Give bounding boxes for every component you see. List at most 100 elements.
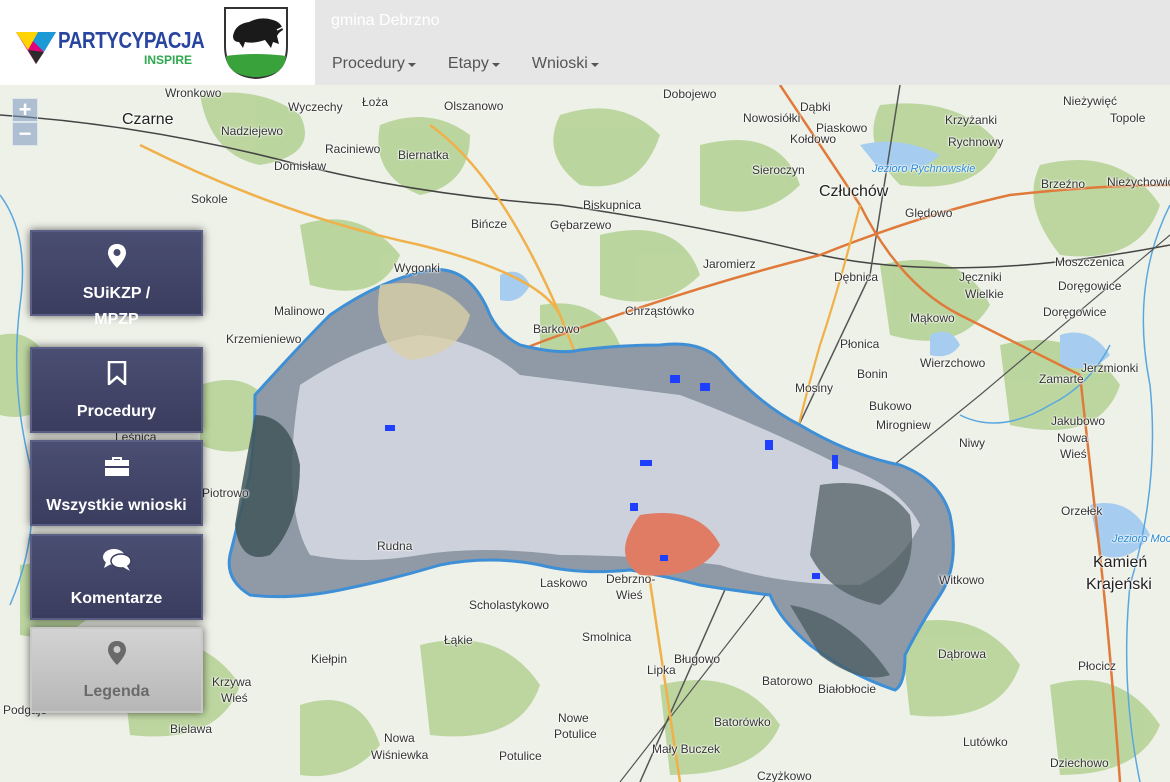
map-label: Witkowo xyxy=(939,573,985,587)
map-label: Brzeźno xyxy=(1041,177,1086,191)
map-label: Doręgowice xyxy=(1043,305,1107,319)
map-label: Wieś xyxy=(1060,447,1087,461)
map-label: Batorówko xyxy=(714,715,771,729)
map-label: Debrzno- xyxy=(606,572,656,586)
caret-down-icon xyxy=(491,63,500,67)
logo-subtext: INSPIRE xyxy=(144,53,193,67)
wszystkie-wnioski-label: Wszystkie wnioski xyxy=(46,497,187,514)
map-label: Płonica xyxy=(840,337,880,351)
map-label: Krzywa xyxy=(212,675,252,689)
komentarze-label: Komentarze xyxy=(70,590,163,607)
map-label: Doręgowice xyxy=(1058,279,1122,293)
map-label: Wieś xyxy=(616,588,643,602)
boar-crest-icon xyxy=(224,7,288,80)
map-label: Wiśniewka xyxy=(371,748,429,762)
map-label: Łąkie xyxy=(444,633,473,647)
map-label: Potulice xyxy=(554,727,597,741)
zoom-control: + − xyxy=(12,98,38,146)
map-label: Ględowo xyxy=(905,206,953,220)
map-label: Czyżkowo xyxy=(757,769,812,782)
map-label: Nieżychowice xyxy=(1107,175,1170,189)
map-label: Jaromierz xyxy=(703,257,756,271)
map-label: Wygonki xyxy=(394,261,440,275)
legenda-label: Legenda xyxy=(83,683,150,700)
map-label: Lutówko xyxy=(963,735,1008,749)
zoom-in-button[interactable]: + xyxy=(12,98,38,122)
map-label: Chrząstówko xyxy=(625,304,695,318)
suikzp-label-line1: SUiKZP / xyxy=(82,285,151,302)
map-label: Sieroczyn xyxy=(752,163,805,177)
map-label: Biernatka xyxy=(398,148,449,162)
procedury-button[interactable]: Procedury xyxy=(30,347,203,433)
map-label: Bielawa xyxy=(170,722,213,736)
wszystkie-wnioski-button[interactable]: Wszystkie wnioski xyxy=(30,440,203,526)
map-label: Olszanowo xyxy=(444,99,504,113)
map-label: Nieżywięć xyxy=(1063,94,1118,108)
map-label: Mąkowo xyxy=(910,311,955,325)
map-label: Kiełpin xyxy=(311,652,348,666)
map-label: Łoża xyxy=(362,95,389,109)
map-label: Raciniewo xyxy=(325,142,381,156)
map-label: Rychnowy xyxy=(948,135,1004,149)
zoom-out-button[interactable]: − xyxy=(12,122,38,146)
map-label: Bonin xyxy=(857,367,888,381)
map-label: Człuchów xyxy=(819,183,889,200)
map-label: Wielkie xyxy=(965,287,1004,301)
map-label: Gębarzewo xyxy=(550,218,612,232)
bookmark-icon xyxy=(107,361,126,385)
map-label: Sokole xyxy=(191,192,228,206)
map-marker-icon xyxy=(107,244,126,268)
nav-etapy-dropdown[interactable]: Etapy xyxy=(432,44,516,84)
logo-text: PARTYCYPACJA xyxy=(58,27,205,53)
map-label: Krajeński xyxy=(1086,576,1152,593)
map-label: Domisław xyxy=(274,159,327,173)
map-label: Bługowo xyxy=(674,652,721,666)
map-label: Jezioro Rychnowskie xyxy=(872,163,976,175)
map-label: Batorowo xyxy=(762,674,813,688)
brand-area: PARTYCYPACJA INSPIRE xyxy=(0,0,315,85)
legenda-button[interactable]: Legenda xyxy=(30,627,203,713)
map-label: Barkowo xyxy=(533,322,580,336)
map-label: Płocicz xyxy=(1078,659,1117,673)
map-label: Moszczenica xyxy=(1055,255,1125,269)
map-label: Wieś xyxy=(221,691,248,705)
map-label: Nowa xyxy=(1057,431,1088,445)
suikzp-mpzp-button[interactable]: SUiKZP / MPZP xyxy=(30,230,203,328)
map-label: Białobłocie xyxy=(818,682,877,696)
nav-label: Wnioski xyxy=(531,55,588,72)
map-label: Wyczechy xyxy=(288,100,343,114)
map-label: Krzemieniewo xyxy=(226,332,302,346)
map-label: Krzyżanki xyxy=(945,113,998,127)
nav-wnioski-dropdown[interactable]: Wnioski xyxy=(516,44,615,84)
map-label: Mirogniew xyxy=(876,418,931,432)
partycypacja-logo-icon xyxy=(16,32,56,64)
gmina-title: gmina Debrzno xyxy=(331,12,440,29)
map-label: Mały Buczek xyxy=(652,742,721,756)
nav-label: Etapy xyxy=(447,55,489,72)
map-label: Piotrowo xyxy=(202,486,249,500)
map-label: Jakubowo xyxy=(1051,414,1106,428)
map-label: Malinowo xyxy=(274,304,325,318)
map-label: Zamarte xyxy=(1039,372,1084,386)
map-label: Rudna xyxy=(377,539,413,553)
top-header: PARTYCYPACJA INSPIRE gmina Debrzno Proce… xyxy=(0,0,1170,85)
map-label: Czarne xyxy=(122,111,174,128)
map-label: Jezioro Mochel xyxy=(1112,533,1170,545)
nav-procedury-dropdown[interactable]: Procedury xyxy=(316,44,432,84)
map-label: Dziechowo xyxy=(1050,756,1109,770)
map-label: Kołdowo xyxy=(790,132,837,146)
map-label: Lipka xyxy=(647,663,676,677)
map-label: Dąbki xyxy=(800,100,831,114)
main-nav: Procedury Etapy Wnioski xyxy=(316,44,615,84)
komentarze-button[interactable]: Komentarze xyxy=(30,534,203,620)
map-label: Jerzmionki xyxy=(1081,361,1139,375)
map-label: Nowosiółki xyxy=(743,111,801,125)
suikzp-label-line2: MPZP xyxy=(94,311,139,328)
map-label: Jęczniki xyxy=(959,270,1002,284)
map-label: Dąbrowa xyxy=(938,647,987,661)
map-label: Kamień xyxy=(1093,554,1148,571)
map-label: Nowe xyxy=(558,711,589,725)
map-label: Scholastykowo xyxy=(469,598,550,612)
map-label: Dobojewo xyxy=(663,87,717,101)
map-label: Wronkowo xyxy=(165,86,222,100)
